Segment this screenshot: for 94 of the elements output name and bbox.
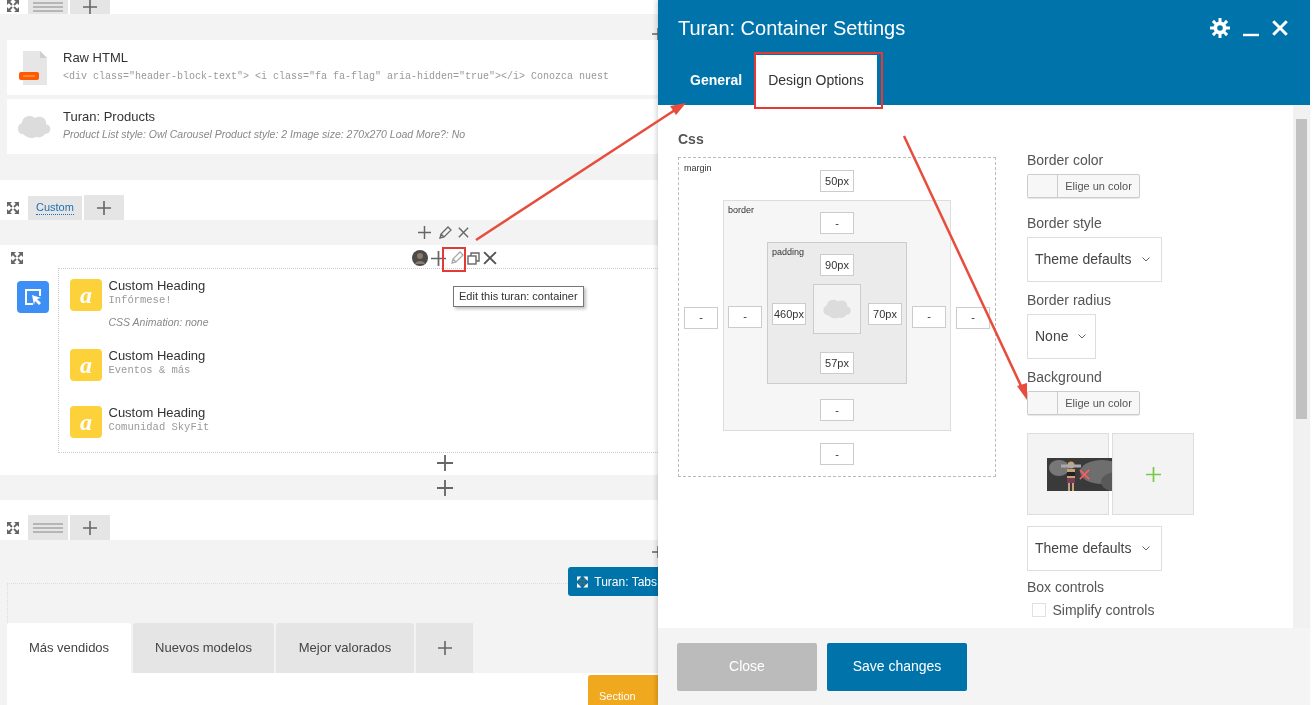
custom-tab-link[interactable]: Custom [36,201,74,215]
plus-icon[interactable] [83,0,97,14]
expand-icon[interactable] [7,0,19,12]
heading-letter-icon: a [70,348,102,381]
caret-icon [1078,334,1087,339]
caret-icon [1141,546,1150,551]
border-input[interactable]: - [820,399,854,421]
close-icon[interactable] [483,251,497,265]
margin-input[interactable]: - [956,306,990,329]
panel-title: Turan: Container Settings [678,16,906,40]
padding-input[interactable]: 90px [820,254,854,276]
margin-input[interactable]: 50px [820,170,854,192]
avatar-icon[interactable] [412,250,428,266]
box-label: border [728,206,755,217]
field-label: Border style [1027,216,1103,230]
drag-handle-tab[interactable] [28,515,68,540]
expand-icon[interactable] [11,252,23,264]
padding-input[interactable]: 460px [772,303,806,325]
element-picker-icon [17,281,49,313]
heading-text: Comunidad SkyFit [108,420,210,436]
content-tab[interactable]: Mejor valorados [276,623,414,673]
heading-element[interactable]: a Custom Heading Infórmese! CSS Animation: none [70,279,270,331]
checkbox-label: Simplify controls [1052,603,1155,617]
heading-text: Infórmese! [108,293,173,309]
tabs-element-button[interactable]: Turan: Tabs [568,567,658,596]
plus-icon[interactable] [437,455,453,471]
tooltip: Edit this turan: container [453,286,584,307]
heading-note: CSS Animation: none [108,315,209,331]
plus-icon[interactable] [431,250,447,266]
css-heading: Css [678,130,705,149]
clone-icon[interactable] [466,251,480,265]
highlight-box [442,247,466,272]
field-label: Box controls [1027,580,1106,594]
element-card[interactable]: Raw HTML <div class="header-block-text"> <i class="fa fa-flag" aria-hidden="true"></i> Conozca nuest [7,40,658,95]
caret-icon [1141,257,1150,262]
scrollbar[interactable] [1293,105,1310,628]
save-button[interactable]: Save changes [827,642,967,691]
row-tab[interactable]: Custom [28,196,82,220]
content-tab[interactable]: Más vendidos [7,623,131,673]
drag-handle-icon[interactable] [33,522,63,533]
heading-element[interactable]: a Custom Heading Eventos & más [70,348,270,381]
color-picker-button[interactable]: Elige un color [1027,391,1140,415]
plus-icon[interactable] [437,641,452,655]
field-label: Border color [1027,153,1105,167]
expand-icon[interactable] [577,575,588,588]
box-label: padding [772,248,806,259]
html-file-icon [19,50,49,85]
pencil-icon[interactable] [437,225,452,240]
heading-element[interactable]: a Custom Heading Comunidad SkyFit [70,405,270,438]
heading-text: Eventos & más [108,363,192,379]
close-icon[interactable] [458,227,469,238]
settings-icon[interactable] [1210,18,1230,38]
heading-title: Custom Heading [108,279,207,294]
settings-tab[interactable]: Design Options [755,55,877,105]
expand-icon[interactable] [7,522,19,534]
heading-letter-icon: a [70,279,102,311]
heading-title: Custom Heading [108,405,207,421]
remove-image-icon[interactable] [1078,468,1090,480]
element-description: Product List style: Owl Carousel Product style: 2 Image size: 270x270 Load More?: No [63,127,466,143]
select-dropdown[interactable]: Theme defaults [1027,526,1162,571]
plus-icon[interactable] [83,520,97,535]
border-input[interactable]: - [820,212,854,234]
padding-input[interactable]: 70px [868,303,902,325]
element-card[interactable]: Turan: Products Product List style: Owl Carousel Product style: 2 Image size: 270x270 Load More?: No [7,99,658,154]
checkbox[interactable] [1032,603,1046,617]
settings-tab[interactable]: General [677,55,756,105]
drag-handle-tab[interactable] [28,0,68,14]
plus-icon[interactable] [96,200,111,215]
field-label: Border radius [1027,293,1113,307]
expand-icon[interactable] [7,202,19,214]
element-description: <div class="header-block-text"> <i class="fa fa-flag" aria-hidden="true"></i> Conozca nuest [63,69,610,84]
margin-input[interactable]: - [820,443,854,465]
margin-input[interactable]: - [684,306,718,329]
color-picker-button[interactable]: Elige un color [1027,174,1140,198]
add-tab-button[interactable] [70,0,110,14]
plus-icon[interactable] [418,226,431,239]
box-label: margin [684,164,713,175]
border-input[interactable]: - [728,305,762,328]
add-tab-button[interactable] [83,195,124,220]
select-dropdown[interactable]: None [1027,314,1096,359]
cloud-icon [17,113,51,140]
element-title: Raw HTML [63,51,129,66]
border-input[interactable]: - [912,305,946,328]
element-title: Turan: Products [63,109,156,125]
select-dropdown[interactable]: Theme defaults [1027,237,1162,282]
field-label: Background [1027,370,1103,384]
content-tab[interactable]: Nuevos modelos [133,623,274,673]
padding-input[interactable]: 57px [820,352,854,374]
heading-title: Custom Heading [108,348,206,364]
add-tab-button[interactable] [70,515,110,540]
heading-letter-icon: a [70,405,102,438]
image-tile[interactable] [1027,433,1109,515]
drag-handle-icon[interactable] [33,2,63,12]
plus-icon[interactable] [437,479,453,496]
